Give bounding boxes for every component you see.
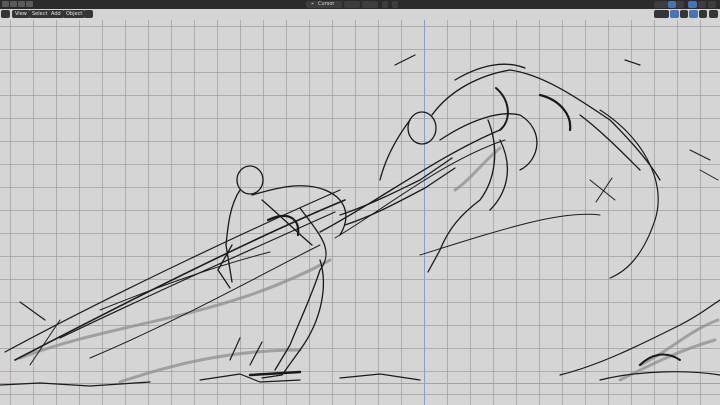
material-preview-button[interactable] <box>709 10 718 18</box>
overlay-toggle[interactable] <box>392 1 398 8</box>
snap-toggle[interactable] <box>382 1 388 8</box>
pivot-icon: ⌖ <box>311 1 314 7</box>
transform-pivot-label: Cursor <box>318 1 335 7</box>
stroke-placement-dropdown[interactable] <box>84 10 93 18</box>
editor-header: View Select Add Object <box>0 9 720 20</box>
shading-options-dropdown[interactable] <box>699 10 707 18</box>
shading-strokes <box>18 146 720 384</box>
top-toolbar: ⌖ Cursor <box>0 0 720 9</box>
viewport-gizmo-dropdown[interactable] <box>654 1 668 8</box>
shading-solid-button[interactable] <box>689 10 698 18</box>
select-mode-icon[interactable] <box>18 1 25 7</box>
render-mode-dropdown[interactable] <box>708 1 716 8</box>
view-tool-group[interactable] <box>654 10 669 18</box>
action-lines <box>4 54 719 366</box>
add-menu[interactable]: Add <box>48 10 64 18</box>
grid-toggle[interactable] <box>670 10 679 18</box>
snapping-dropdown[interactable] <box>344 1 360 8</box>
xray-toggle[interactable] <box>688 1 697 8</box>
grease-pencil-sketch[interactable] <box>0 20 720 405</box>
object-mode-button[interactable] <box>1 10 10 18</box>
editor-type-icon[interactable] <box>2 1 9 7</box>
view-menu[interactable]: View <box>12 10 30 18</box>
viewport-canvas[interactable] <box>0 20 720 405</box>
overlays-dropdown[interactable] <box>676 1 684 8</box>
object-menu[interactable]: Object <box>63 10 86 18</box>
grid-dropdown[interactable] <box>680 10 688 18</box>
gizmo-icon[interactable] <box>26 1 33 7</box>
figure-diver <box>379 63 661 273</box>
proportional-editing-dropdown[interactable] <box>362 1 378 8</box>
mode-icon[interactable] <box>10 1 17 7</box>
shading-dropdown[interactable] <box>698 1 706 8</box>
overlays-toggle[interactable] <box>668 1 676 8</box>
